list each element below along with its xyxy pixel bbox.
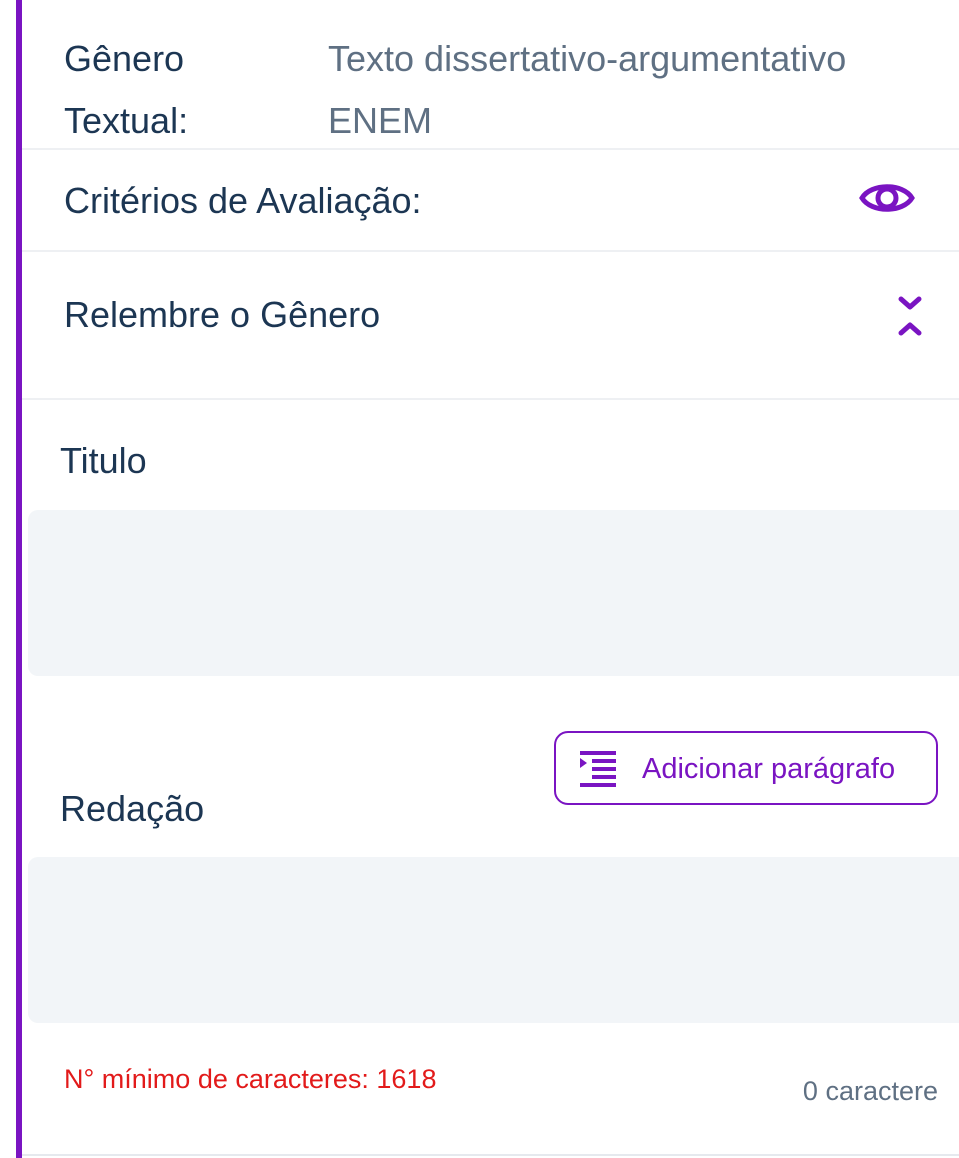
expand-collapse-icon[interactable]: [897, 294, 923, 338]
essay-field-label: Redação: [60, 788, 205, 829]
review-genre-label: Relembre o Gênero: [64, 294, 381, 335]
eye-icon[interactable]: [859, 178, 915, 218]
character-count: 0 caractere: [802, 1076, 938, 1106]
genre-info-row: Gênero Textual: Texto dissertativo-argum…: [22, 0, 959, 150]
add-paragraph-button[interactable]: Adicionar parágrafo: [554, 731, 938, 805]
evaluation-criteria-row[interactable]: Critérios de Avaliação:: [22, 150, 959, 252]
essay-textarea[interactable]: [28, 857, 959, 1023]
bottom-divider: [22, 1154, 959, 1156]
review-genre-row[interactable]: Relembre o Gênero: [22, 252, 959, 400]
essay-editor-panel: Gênero Textual: Texto dissertativo-argum…: [22, 0, 959, 1158]
title-input[interactable]: [28, 510, 959, 676]
evaluation-criteria-label: Critérios de Avaliação:: [64, 180, 422, 221]
minimum-characters-warning: N° mínimo de caracteres: 1618: [64, 1064, 437, 1094]
indent-icon: [580, 751, 616, 787]
genre-value: Texto dissertativo-argumentativo ENEM: [328, 38, 847, 141]
title-field-label: Titulo: [60, 440, 147, 481]
genre-label: Gênero Textual:: [64, 38, 189, 141]
add-paragraph-label: Adicionar parágrafo: [642, 753, 896, 785]
